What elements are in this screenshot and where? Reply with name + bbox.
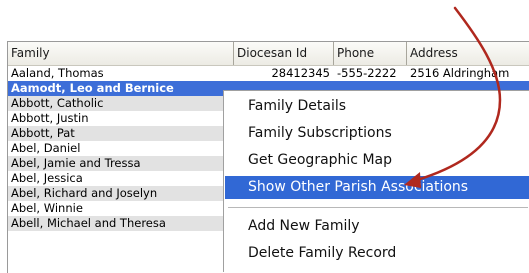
annotation-arrow-icon — [404, 6, 502, 188]
